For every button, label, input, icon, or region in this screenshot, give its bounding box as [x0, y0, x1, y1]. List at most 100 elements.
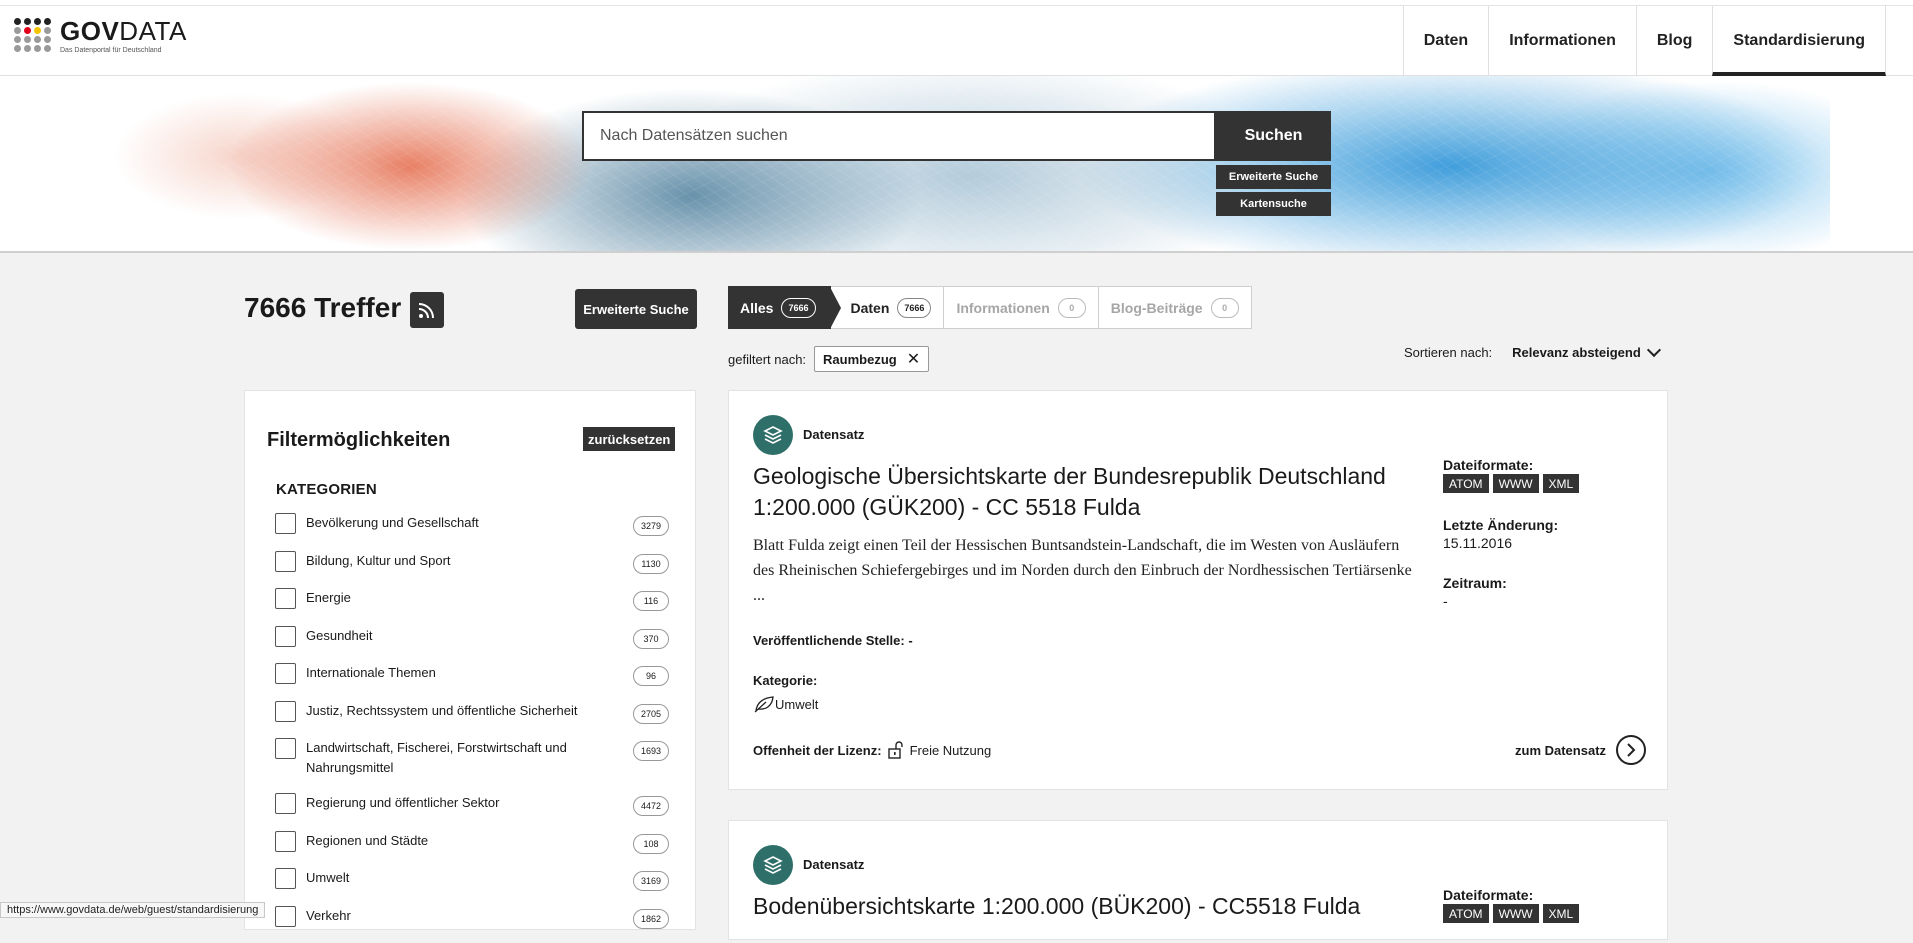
category-count: 3169 — [633, 871, 669, 891]
result-type-tabs: Alles7666 Daten7666 Informationen0 Blog-… — [728, 286, 1252, 329]
checkbox[interactable] — [275, 793, 296, 814]
tab-alles[interactable]: Alles7666 — [728, 286, 831, 329]
category-item[interactable]: Regierung und öffentlicher Sektor4472 — [275, 793, 669, 831]
tab-count: 0 — [1211, 298, 1239, 318]
logo-dots-icon — [14, 18, 52, 52]
dataset-description: Blatt Fulda zeigt einen Teil der Hessisc… — [753, 533, 1413, 608]
category-item[interactable]: Regionen und Städte108 — [275, 831, 669, 869]
format-badge: WWW — [1493, 904, 1539, 923]
sort-value: Relevanz absteigend — [1512, 345, 1641, 360]
category-count: 3279 — [633, 516, 669, 536]
dataset-title[interactable]: Geologische Übersichtskarte der Bundesre… — [753, 461, 1413, 523]
category-item[interactable]: Bildung, Kultur und Sport1130 — [275, 551, 669, 589]
govdata-logo[interactable]: GOVDATA Das Datenportal für Deutschland — [14, 18, 187, 54]
category-item[interactable]: Umwelt3169 — [275, 868, 669, 906]
main-nav: Daten Informationen Blog Standardisierun… — [1403, 6, 1913, 76]
checkbox[interactable] — [275, 513, 296, 534]
chevron-down-icon — [1647, 342, 1661, 356]
category-item[interactable]: Verkehr1862 — [275, 906, 669, 943]
advanced-search-button[interactable]: Erweiterte Suche — [575, 289, 697, 329]
period-block: Zeitraum: - — [1443, 575, 1507, 609]
logo-subtitle: Das Datenportal für Deutschland — [60, 47, 187, 54]
result-count: 7666 Treffer — [244, 292, 401, 324]
category-item[interactable]: Bevölkerung und Gesellschaft3279 — [275, 513, 669, 551]
reset-button[interactable]: zurücksetzen — [583, 427, 675, 451]
site-header: GOVDATA Das Datenportal für Deutschland … — [0, 6, 1913, 76]
nav-standardisierung[interactable]: Standardisierung — [1712, 6, 1886, 76]
dataset-title[interactable]: Bodenübersichtskarte 1:200.000 (BÜK200) … — [753, 891, 1413, 922]
to-dataset-link[interactable]: zum Datensatz — [1515, 735, 1646, 765]
dataset-category: Umwelt — [753, 695, 818, 713]
unlock-icon — [886, 740, 906, 760]
category-item[interactable]: Justiz, Rechtssystem und öffentliche Sic… — [275, 701, 669, 739]
chevron-right-icon — [1616, 735, 1646, 765]
tab-count: 7666 — [781, 298, 815, 318]
filter-title: Filtermöglichkeiten — [267, 429, 450, 452]
tab-daten[interactable]: Daten7666 — [831, 286, 945, 329]
dataset-type: Datensatz — [803, 427, 864, 442]
tab-blog-beitraege[interactable]: Blog-Beiträge0 — [1099, 286, 1252, 329]
filter-chip[interactable]: Raumbezug✕ — [814, 346, 929, 372]
checkbox[interactable] — [275, 831, 296, 852]
format-badge: XML — [1543, 904, 1580, 923]
checkbox[interactable] — [275, 906, 296, 927]
category-count: 4472 — [633, 796, 669, 816]
category-count: 1862 — [633, 909, 669, 929]
license-info: Offenheit der Lizenz: Freie Nutzung — [753, 740, 991, 760]
category-count: 96 — [633, 666, 669, 686]
nav-blog[interactable]: Blog — [1636, 6, 1713, 76]
filter-sidebar: Filtermöglichkeiten zurücksetzen KATEGOR… — [244, 390, 696, 930]
categories-heading: KATEGORIEN — [276, 481, 377, 498]
last-change-block: Letzte Änderung: 15.11.2016 — [1443, 517, 1558, 551]
tab-informationen[interactable]: Informationen0 — [944, 286, 1098, 329]
formats-block: Dateiformate: ATOM WWW XML — [1443, 457, 1583, 493]
category-count: 370 — [633, 629, 669, 649]
dataset-card: Datensatz Geologische Übersichtskarte de… — [728, 390, 1668, 790]
sort-dropdown[interactable]: Sortieren nach: Relevanz absteigend — [1404, 345, 1659, 360]
advanced-search-link[interactable]: Erweiterte Suche — [1216, 165, 1331, 189]
category-item[interactable]: Gesundheit370 — [275, 626, 669, 664]
rss-icon — [417, 300, 437, 320]
nav-informationen[interactable]: Informationen — [1488, 6, 1636, 76]
active-filters: gefiltert nach: Raumbezug✕ — [728, 346, 929, 372]
search-button[interactable]: Suchen — [1216, 111, 1331, 161]
category-count: 1130 — [633, 554, 669, 574]
checkbox[interactable] — [275, 626, 296, 647]
leaf-icon — [753, 695, 775, 713]
rss-feed-button[interactable] — [410, 292, 444, 328]
category-count: 1693 — [633, 741, 669, 761]
close-icon[interactable]: ✕ — [907, 349, 920, 369]
checkbox[interactable] — [275, 701, 296, 722]
category-item[interactable]: Energie116 — [275, 588, 669, 626]
hero-search-area: Suchen Erweiterte Suche Kartensuche — [0, 76, 1913, 253]
search-input[interactable] — [582, 111, 1216, 161]
category-item[interactable]: Internationale Themen96 — [275, 663, 669, 701]
category-item[interactable]: Landwirtschaft, Fischerei, Forstwirtscha… — [275, 738, 669, 793]
browser-status-url: https://www.govdata.de/web/guest/standar… — [0, 902, 265, 918]
format-badge: XML — [1543, 474, 1580, 493]
sort-label: Sortieren nach: — [1404, 345, 1492, 360]
tab-count: 7666 — [897, 298, 931, 318]
category-list: Bevölkerung und Gesellschaft3279 Bildung… — [275, 513, 669, 943]
tab-count: 0 — [1058, 298, 1086, 318]
format-badge: ATOM — [1443, 474, 1489, 493]
checkbox[interactable] — [275, 738, 296, 759]
checkbox[interactable] — [275, 663, 296, 684]
category-count: 108 — [633, 834, 669, 854]
category-label: Kategorie: — [753, 673, 817, 688]
publisher: Veröffentlichende Stelle: - — [753, 633, 913, 648]
dataset-type: Datensatz — [803, 857, 864, 872]
category-count: 2705 — [633, 704, 669, 724]
format-badge: WWW — [1493, 474, 1539, 493]
nav-daten[interactable]: Daten — [1403, 6, 1488, 76]
checkbox[interactable] — [275, 551, 296, 572]
checkbox[interactable] — [275, 868, 296, 889]
layers-icon — [753, 415, 793, 455]
layers-icon — [753, 845, 793, 885]
map-search-link[interactable]: Kartensuche — [1216, 192, 1331, 216]
dataset-card: Datensatz Bodenübersichtskarte 1:200.000… — [728, 820, 1668, 940]
category-count: 116 — [633, 591, 669, 611]
logo-title: GOVDATA — [60, 18, 187, 44]
search-bar: Suchen — [582, 111, 1331, 161]
checkbox[interactable] — [275, 588, 296, 609]
